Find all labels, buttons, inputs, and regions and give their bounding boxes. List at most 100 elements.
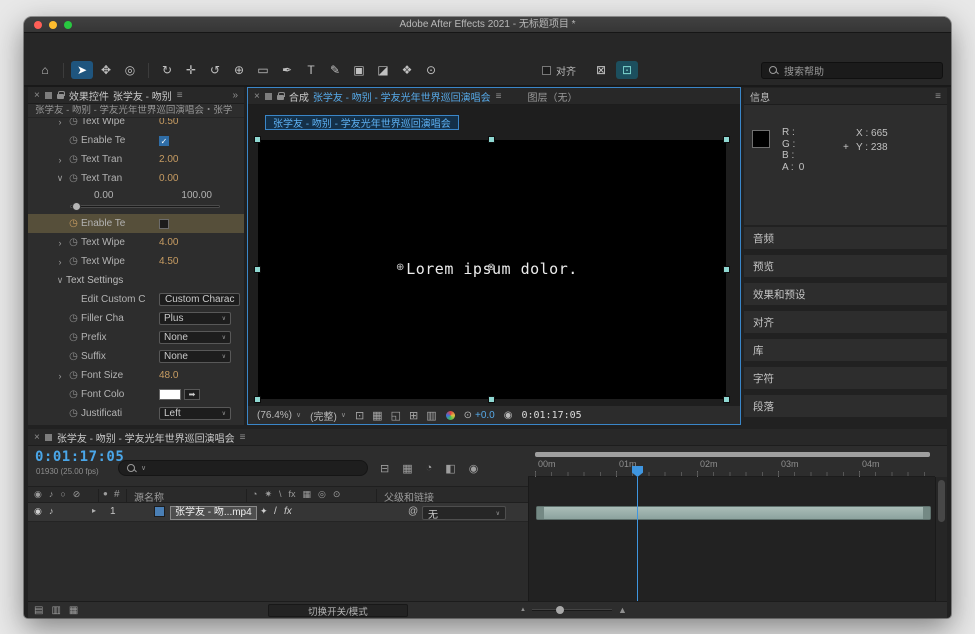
draft-3d-icon[interactable]: ▦	[402, 462, 412, 475]
comp-mini-flowchart-icon[interactable]: ⊟	[380, 462, 389, 475]
mask-visibility-icon[interactable]: ◱	[391, 409, 401, 422]
stopwatch-icon[interactable]: ◷	[66, 154, 81, 165]
stopwatch-icon[interactable]: ◷	[66, 351, 81, 362]
exposure-value[interactable]: +0.0	[475, 410, 495, 421]
stopwatch-icon[interactable]: ◷	[66, 237, 81, 248]
expander-caret-icon[interactable]: ›	[54, 118, 66, 127]
scrollbar-thumb[interactable]	[938, 480, 945, 522]
tab-layer[interactable]: 图层（无）	[527, 89, 577, 104]
layer-source-icon[interactable]	[154, 506, 165, 517]
camera-wireframe-icon[interactable]: ⊠	[590, 61, 612, 79]
collapsed-panel-3[interactable]: 效果和预设	[744, 283, 947, 305]
current-timecode[interactable]: 0:01:17:05	[35, 449, 124, 465]
layer-visibility-icon[interactable]: ◉	[34, 506, 42, 517]
layer-expander-icon[interactable]: ▸	[92, 506, 96, 515]
collapsed-panel-6[interactable]: 字符	[744, 367, 947, 389]
transparency-grid-icon[interactable]: ▦	[372, 409, 382, 422]
lock-icon[interactable]	[57, 94, 64, 99]
magnification-dropdown[interactable]: (76.4%) ∨	[257, 410, 301, 421]
expander-caret-icon[interactable]: ›	[54, 371, 66, 381]
video-column-icon[interactable]: ◉	[34, 489, 42, 500]
property-dropdown[interactable]: Left∨	[159, 407, 231, 420]
expander-caret-icon[interactable]: ›	[54, 257, 66, 267]
help-search-field[interactable]: 搜索帮助	[761, 62, 943, 79]
zoom-out-icon[interactable]: ▲	[520, 607, 526, 613]
property-value[interactable]: 48.0	[159, 370, 178, 381]
layer-row[interactable]: ◉ ♪ ▸ 1 张学友 - 吻...mp4 ✦ / fx @ 无 ∨	[28, 503, 528, 521]
composition-viewer[interactable]: 张学友 - 吻别 - 学友光年世界巡回演唱会 Lorem ipsum dolor…	[248, 105, 740, 405]
panel-menu-icon[interactable]: ≡	[496, 91, 502, 102]
layer-duration-bar[interactable]	[536, 506, 931, 520]
property-value[interactable]: 4.50	[159, 256, 178, 267]
selection-handle[interactable]	[489, 397, 494, 402]
pixel-aspect-icon[interactable]: ▥	[426, 409, 436, 422]
layer-audio-icon[interactable]: ♪	[49, 506, 54, 516]
viewer-timecode[interactable]: 0:01:17:05	[521, 410, 581, 421]
expander-caret-icon[interactable]: ∨	[54, 173, 66, 184]
property-value[interactable]: 4.00	[159, 237, 178, 248]
selection-handle[interactable]	[255, 397, 260, 402]
stopwatch-icon[interactable]: ◷	[66, 256, 81, 267]
frame-blending-icon[interactable]: ◧	[445, 462, 455, 475]
anchor-point-icon[interactable]: ⊗	[487, 262, 495, 273]
tab-composition[interactable]: 合成 张学友 - 吻别 - 学友光年世界巡回演唱会	[289, 89, 491, 104]
align-checkbox[interactable]	[542, 66, 551, 75]
hand-tool[interactable]: ✥	[95, 61, 117, 79]
selection-handle[interactable]	[489, 137, 494, 142]
exposure-control[interactable]: ⊙ +0.0	[464, 410, 495, 421]
close-tab-icon[interactable]: ×	[34, 90, 40, 101]
zoom-slider-thumb[interactable]	[556, 606, 564, 614]
orbit-camera-tool[interactable]: ↻	[156, 61, 178, 79]
panel-menu-icon[interactable]: ≡	[935, 91, 941, 102]
stopwatch-icon[interactable]: ◷	[66, 135, 81, 146]
panel-menu-icon[interactable]: ≡	[240, 432, 246, 443]
stopwatch-icon[interactable]: ◷	[66, 173, 81, 184]
parent-pickwhip-icon[interactable]: @	[408, 506, 418, 517]
tab-timeline[interactable]: 张学友 - 吻别 - 学友光年世界巡回演唱会	[57, 430, 235, 445]
property-dropdown[interactable]: None∨	[159, 350, 231, 363]
toggle-switches-modes-button[interactable]: 切换开关/模式	[268, 604, 408, 617]
swap-colors-icon[interactable]: ➡	[184, 389, 200, 400]
expander-caret-icon[interactable]: ∨	[54, 275, 66, 286]
parent-link-column-header[interactable]: 父级和链接	[384, 489, 434, 504]
solo-column-icon[interactable]: ○	[60, 489, 65, 500]
quality-switch-icon[interactable]: ✦	[260, 506, 268, 517]
selection-handle[interactable]	[724, 267, 729, 272]
fullscreen-window-button[interactable]	[64, 21, 72, 29]
rotation-tool[interactable]: ↺	[204, 61, 226, 79]
selection-handle[interactable]	[255, 267, 260, 272]
parent-dropdown[interactable]: 无 ∨	[422, 506, 506, 520]
frame-blend-column-icon[interactable]: ▦	[303, 489, 312, 500]
titlebar[interactable]: Adobe After Effects 2021 - 无标题项目 *	[24, 17, 951, 33]
eraser-tool[interactable]: ◪	[372, 61, 394, 79]
stopwatch-icon[interactable]: ◷	[66, 408, 81, 419]
stopwatch-icon[interactable]: ◷	[66, 118, 81, 127]
clone-stamp-tool[interactable]: ▣	[348, 61, 370, 79]
tab-info[interactable]: 信息	[750, 89, 770, 104]
close-tab-icon[interactable]: ×	[254, 91, 260, 102]
property-slider-track[interactable]	[70, 205, 220, 208]
stopwatch-icon[interactable]: ◷	[66, 218, 81, 229]
selection-handle[interactable]	[724, 137, 729, 142]
snapping-icon[interactable]: ⊡	[616, 61, 638, 79]
stopwatch-icon[interactable]: ◷	[66, 389, 81, 400]
property-value[interactable]: 0.50	[159, 118, 178, 127]
composition-canvas[interactable]: Lorem ipsum dolor. ⊕ ⊗	[258, 140, 726, 399]
font-color-swatch[interactable]	[159, 389, 181, 400]
track-area[interactable]	[528, 477, 935, 601]
puppet-pin-tool[interactable]: ⊙	[420, 61, 442, 79]
collapsed-panel-2[interactable]: 预览	[744, 255, 947, 277]
brush-tool[interactable]: ✎	[324, 61, 346, 79]
audio-column-icon[interactable]: ♪	[49, 489, 54, 500]
collapsed-panel-1[interactable]: 音频	[744, 227, 947, 249]
roto-brush-tool[interactable]: ❖	[396, 61, 418, 79]
stopwatch-icon[interactable]: ◷	[66, 313, 81, 324]
quality-column-icon[interactable]: \	[279, 489, 282, 500]
lock-icon[interactable]	[277, 95, 284, 100]
position-marker-icon[interactable]: ⊕	[396, 262, 404, 273]
expander-caret-icon[interactable]: ›	[54, 238, 66, 248]
property-slider-thumb[interactable]	[72, 202, 81, 211]
layer-name[interactable]: 张学友 - 吻...mp4	[170, 506, 257, 520]
shy-layers-icon[interactable]: ◔	[426, 462, 433, 475]
more-tabs-icon[interactable]: »	[232, 90, 238, 101]
